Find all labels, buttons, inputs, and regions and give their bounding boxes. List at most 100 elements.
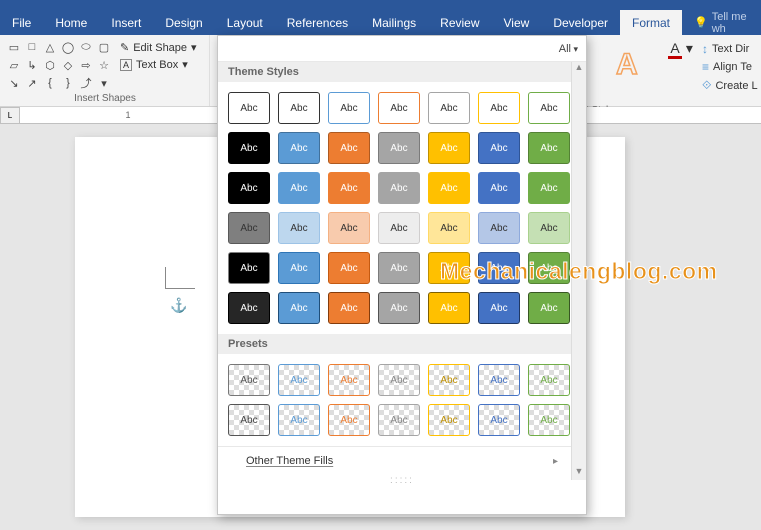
- tab-home[interactable]: Home: [43, 10, 99, 35]
- theme-style-cell[interactable]: Abc: [278, 292, 320, 324]
- preset-style-cell[interactable]: Abc: [328, 364, 370, 396]
- theme-style-cell[interactable]: Abc: [528, 212, 570, 244]
- theme-styles-grid: AbcAbcAbcAbcAbcAbcAbcAbcAbcAbcAbcAbcAbcA…: [218, 82, 586, 334]
- tab-format[interactable]: Format: [620, 10, 682, 35]
- text-direction-icon: ↕: [702, 42, 708, 56]
- theme-style-cell[interactable]: Abc: [478, 132, 520, 164]
- preset-style-cell[interactable]: Abc: [278, 404, 320, 436]
- preset-style-cell[interactable]: Abc: [328, 404, 370, 436]
- preset-style-cell[interactable]: Abc: [278, 364, 320, 396]
- group-label-insert-shapes: Insert Shapes: [0, 93, 210, 104]
- tab-mailings[interactable]: Mailings: [360, 10, 428, 35]
- theme-style-cell[interactable]: Abc: [228, 132, 270, 164]
- wordart-styles-button[interactable]: A: [608, 42, 652, 86]
- section-presets: Presets: [218, 334, 586, 354]
- bulb-icon: 💡: [694, 16, 708, 29]
- text-tools: ↕Text Dir ≡Align Te ⟐Create L: [702, 40, 758, 95]
- theme-style-cell[interactable]: Abc: [428, 212, 470, 244]
- create-link-button[interactable]: ⟐Create L: [702, 76, 758, 95]
- preset-style-cell[interactable]: Abc: [528, 404, 570, 436]
- edit-shape-button[interactable]: ✎Edit Shape ▾: [120, 39, 197, 56]
- ruler-corner: L: [0, 107, 20, 124]
- theme-style-cell[interactable]: Abc: [478, 92, 520, 124]
- theme-style-cell[interactable]: Abc: [528, 252, 570, 284]
- tab-insert[interactable]: Insert: [99, 10, 153, 35]
- preset-style-cell[interactable]: Abc: [528, 364, 570, 396]
- tab-layout[interactable]: Layout: [215, 10, 275, 35]
- theme-style-cell[interactable]: Abc: [228, 252, 270, 284]
- align-text-icon: ≡: [702, 60, 709, 74]
- theme-style-cell[interactable]: Abc: [378, 252, 420, 284]
- theme-style-cell[interactable]: Abc: [478, 212, 520, 244]
- theme-style-cell[interactable]: Abc: [428, 252, 470, 284]
- theme-style-cell[interactable]: Abc: [378, 92, 420, 124]
- theme-style-cell[interactable]: Abc: [228, 92, 270, 124]
- theme-style-cell[interactable]: Abc: [278, 172, 320, 204]
- tab-design[interactable]: Design: [153, 10, 214, 35]
- theme-style-cell[interactable]: Abc: [328, 92, 370, 124]
- theme-style-cell[interactable]: Abc: [278, 132, 320, 164]
- shape-styles-gallery: All Theme Styles AbcAbcAbcAbcAbcAbcAbcAb…: [217, 35, 587, 515]
- anchor-icon: ⚓: [170, 297, 187, 314]
- theme-style-cell[interactable]: Abc: [378, 292, 420, 324]
- preset-style-cell[interactable]: Abc: [428, 364, 470, 396]
- theme-style-cell[interactable]: Abc: [428, 92, 470, 124]
- create-link-icon: ⟐: [702, 78, 711, 93]
- theme-style-cell[interactable]: Abc: [328, 172, 370, 204]
- theme-style-cell[interactable]: Abc: [428, 132, 470, 164]
- theme-style-cell[interactable]: Abc: [478, 292, 520, 324]
- theme-style-cell[interactable]: Abc: [378, 212, 420, 244]
- theme-style-cell[interactable]: Abc: [528, 132, 570, 164]
- theme-style-cell[interactable]: Abc: [478, 172, 520, 204]
- preset-style-cell[interactable]: Abc: [378, 364, 420, 396]
- shape-tools: ✎Edit Shape ▾ AText Box ▾: [120, 39, 197, 73]
- theme-style-cell[interactable]: Abc: [528, 172, 570, 204]
- svg-text:A: A: [616, 48, 638, 81]
- theme-style-cell[interactable]: Abc: [278, 92, 320, 124]
- scroll-up-icon[interactable]: ▲: [572, 62, 586, 76]
- gallery-filter[interactable]: All: [218, 36, 586, 62]
- theme-style-cell[interactable]: Abc: [378, 132, 420, 164]
- tab-view[interactable]: View: [492, 10, 542, 35]
- theme-style-cell[interactable]: Abc: [228, 172, 270, 204]
- theme-style-cell[interactable]: Abc: [428, 172, 470, 204]
- align-text-button[interactable]: ≡Align Te: [702, 58, 758, 76]
- tab-review[interactable]: Review: [428, 10, 491, 35]
- resize-grip[interactable]: :::::: [218, 475, 586, 488]
- theme-style-cell[interactable]: Abc: [378, 172, 420, 204]
- group-insert-shapes: ▭□△◯⬭▢ ▱↳⬡◇⇨☆ ↘↗{}⤴▾ ✎Edit Shape ▾ AText…: [0, 35, 210, 106]
- theme-style-cell[interactable]: Abc: [228, 212, 270, 244]
- theme-style-cell[interactable]: Abc: [528, 92, 570, 124]
- scroll-down-icon[interactable]: ▼: [572, 466, 586, 480]
- text-direction-button[interactable]: ↕Text Dir: [702, 40, 758, 58]
- text-fill-button[interactable]: A ▾: [668, 40, 693, 59]
- theme-style-cell[interactable]: Abc: [228, 292, 270, 324]
- tab-developer[interactable]: Developer: [541, 10, 620, 35]
- edit-shape-icon: ✎: [120, 41, 129, 54]
- tell-me[interactable]: 💡Tell me wh: [682, 10, 761, 35]
- theme-style-cell[interactable]: Abc: [478, 252, 520, 284]
- theme-style-cell[interactable]: Abc: [278, 212, 320, 244]
- theme-style-cell[interactable]: Abc: [328, 132, 370, 164]
- other-theme-fills[interactable]: Other Theme Fills: [218, 446, 586, 475]
- ribbon-tabs: FileHomeInsertDesignLayoutReferencesMail…: [0, 10, 761, 35]
- preset-style-cell[interactable]: Abc: [378, 404, 420, 436]
- gallery-scrollbar[interactable]: ▲ ▼: [571, 62, 586, 480]
- preset-style-cell[interactable]: Abc: [228, 404, 270, 436]
- text-box-button[interactable]: AText Box ▾: [120, 56, 197, 73]
- preset-style-cell[interactable]: Abc: [428, 404, 470, 436]
- theme-style-cell[interactable]: Abc: [528, 292, 570, 324]
- tab-references[interactable]: References: [275, 10, 360, 35]
- theme-style-cell[interactable]: Abc: [328, 252, 370, 284]
- preset-style-cell[interactable]: Abc: [478, 404, 520, 436]
- tab-file[interactable]: File: [0, 10, 43, 35]
- selected-frame[interactable]: [165, 267, 195, 289]
- preset-style-cell[interactable]: Abc: [228, 364, 270, 396]
- preset-style-cell[interactable]: Abc: [478, 364, 520, 396]
- title-bar: [0, 0, 761, 10]
- theme-style-cell[interactable]: Abc: [278, 252, 320, 284]
- theme-style-cell[interactable]: Abc: [328, 212, 370, 244]
- theme-style-cell[interactable]: Abc: [328, 292, 370, 324]
- theme-style-cell[interactable]: Abc: [428, 292, 470, 324]
- section-theme-styles: Theme Styles: [218, 62, 586, 82]
